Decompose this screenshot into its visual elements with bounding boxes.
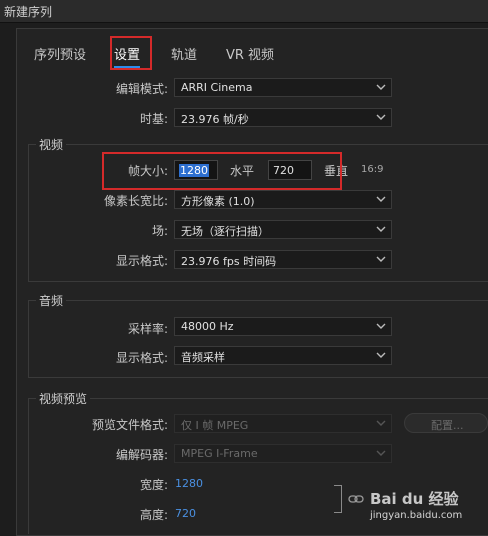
fields-label: 场: bbox=[151, 224, 168, 238]
window-title: 新建序列 bbox=[4, 5, 53, 19]
preview-width-label: 宽度: bbox=[139, 478, 168, 492]
chevron-down-icon bbox=[376, 114, 386, 120]
preview-file-format-select[interactable]: 仅 I 帧 MPEG bbox=[174, 414, 392, 433]
chevron-down-icon bbox=[376, 84, 386, 90]
fields-select[interactable]: 无场（逐行扫描） bbox=[174, 220, 392, 239]
highlight-box-frame-size bbox=[102, 152, 342, 190]
video-display-format-label: 显示格式: bbox=[115, 254, 168, 268]
audio-section bbox=[28, 300, 488, 378]
video-display-format-select[interactable]: 23.976 fps 时间码 bbox=[174, 250, 392, 269]
audio-display-format-label: 显示格式: bbox=[115, 351, 168, 365]
video-preview-section-title: 视频预览 bbox=[36, 390, 91, 407]
configure-button[interactable]: 配置... bbox=[404, 413, 488, 433]
chevron-down-icon bbox=[376, 323, 386, 329]
tab-sequence-presets[interactable]: 序列预设 bbox=[34, 44, 86, 63]
preview-height-value[interactable]: 720 bbox=[175, 507, 196, 520]
codec-label: 编解码器: bbox=[115, 448, 168, 462]
highlight-box-settings-tab bbox=[110, 36, 152, 70]
link-icon[interactable] bbox=[347, 490, 365, 508]
sample-rate-select[interactable]: 48000 Hz bbox=[174, 317, 392, 336]
link-bracket-icon bbox=[334, 485, 342, 513]
pixel-aspect-value: 方形像素 (1.0) bbox=[181, 195, 255, 208]
timebase-label: 时基: bbox=[139, 112, 168, 126]
codec-value: MPEG I-Frame bbox=[181, 447, 258, 460]
chevron-down-icon bbox=[376, 450, 386, 456]
chevron-down-icon bbox=[376, 256, 386, 262]
tab-vr-video[interactable]: VR 视频 bbox=[226, 44, 274, 63]
video-display-format-value: 23.976 fps 时间码 bbox=[181, 255, 277, 268]
timebase-value: 23.976 帧/秒 bbox=[181, 113, 249, 126]
video-section-title: 视频 bbox=[36, 136, 67, 153]
fields-value: 无场（逐行扫描） bbox=[181, 225, 269, 238]
pixel-aspect-label: 像素长宽比: bbox=[103, 194, 168, 208]
editing-mode-value: ARRI Cinema bbox=[181, 81, 253, 94]
chevron-down-icon bbox=[376, 226, 386, 232]
preview-file-format-label: 预览文件格式: bbox=[91, 418, 168, 432]
chevron-down-icon bbox=[376, 196, 386, 202]
audio-display-format-value: 音频采样 bbox=[181, 351, 225, 364]
audio-display-format-select[interactable]: 音频采样 bbox=[174, 346, 392, 365]
aspect-ratio-text: 16:9 bbox=[361, 164, 384, 175]
editing-mode-label: 编辑模式: bbox=[115, 82, 168, 96]
pixel-aspect-select[interactable]: 方形像素 (1.0) bbox=[174, 190, 392, 209]
preview-file-format-value: 仅 I 帧 MPEG bbox=[181, 419, 249, 432]
chevron-down-icon bbox=[376, 352, 386, 358]
tab-tracks[interactable]: 轨道 bbox=[171, 44, 197, 63]
timebase-select[interactable]: 23.976 帧/秒 bbox=[174, 108, 392, 127]
watermark-logo: Bai du 经验 bbox=[370, 490, 459, 508]
editing-mode-select[interactable]: ARRI Cinema bbox=[174, 78, 392, 97]
preview-height-label: 高度: bbox=[139, 508, 168, 522]
preview-width-value[interactable]: 1280 bbox=[175, 477, 203, 490]
audio-section-title: 音频 bbox=[36, 292, 67, 309]
watermark-url: jingyan.baidu.com bbox=[370, 510, 463, 521]
sample-rate-label: 采样率: bbox=[127, 322, 168, 336]
title-bar: 新建序列 bbox=[0, 0, 488, 23]
sample-rate-value: 48000 Hz bbox=[181, 320, 234, 333]
codec-select[interactable]: MPEG I-Frame bbox=[174, 444, 392, 463]
chevron-down-icon bbox=[376, 420, 386, 426]
